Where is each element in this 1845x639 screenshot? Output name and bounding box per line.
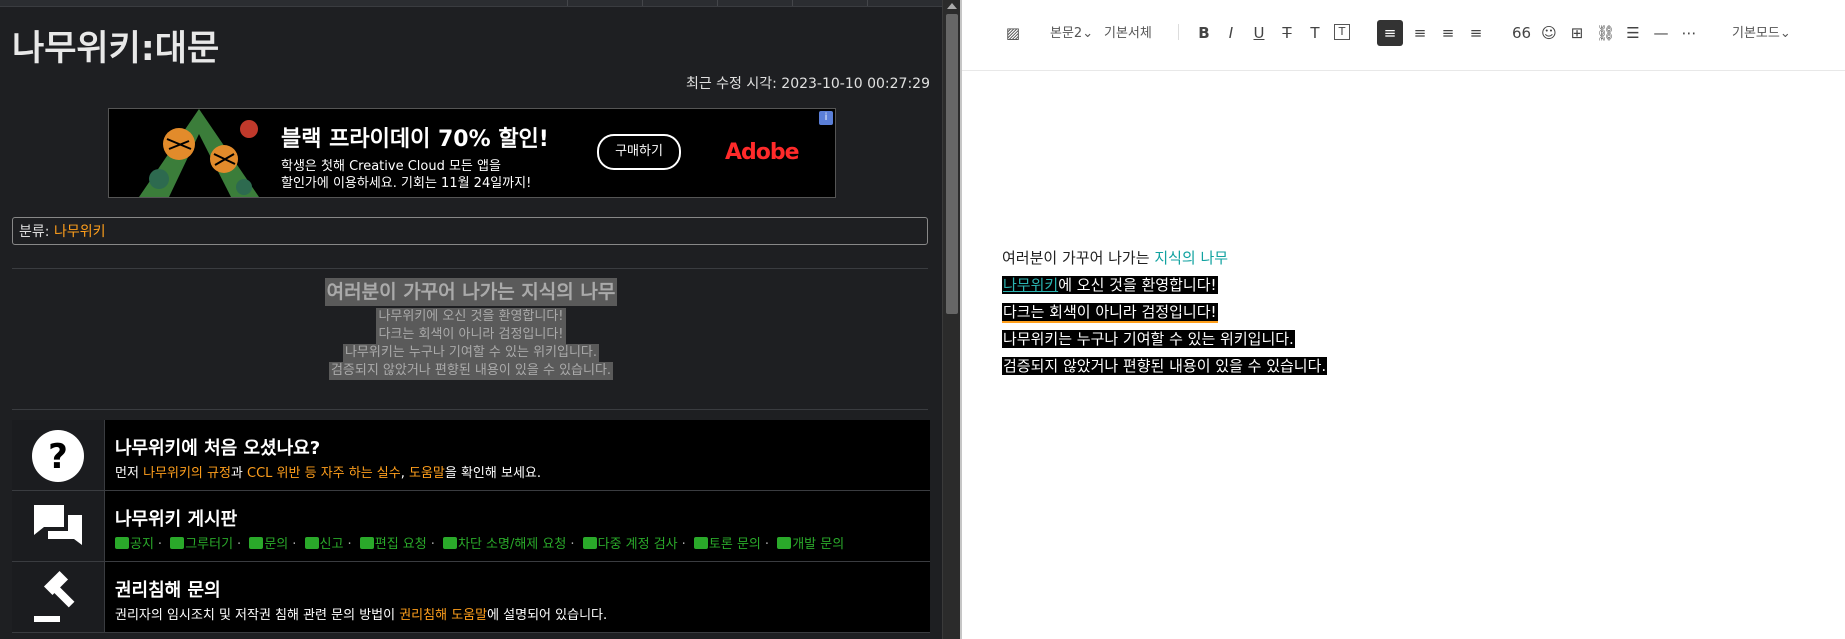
help-link[interactable]: 도움말 [409, 466, 445, 481]
text-background-icon[interactable]: T [1334, 24, 1350, 40]
vertical-scrollbar[interactable] [942, 0, 961, 639]
font-select[interactable]: 기본서체 [1104, 22, 1152, 41]
rights-help-link[interactable]: 권리침해 도움말 [399, 608, 487, 623]
ccl-mistakes-link[interactable]: CCL 위반 등 자주 하는 실수 [247, 466, 401, 481]
link-icon [777, 537, 792, 549]
welcome-line: 다크는 회색이 아니라 검정입니다! [376, 326, 566, 344]
link-icon[interactable]: ⛓ [1596, 24, 1615, 42]
row-description: 권리자의 임시조치 및 저작권 침해 관련 문의 방법이 권리침해 도움말에 설… [115, 608, 608, 623]
editor-line-3: 다크는 회색이 아니라 검정입니다! [1002, 303, 1218, 323]
board-link-block-appeal[interactable]: 차단 소명/해제 요청 [458, 537, 566, 552]
editor-namuwiki-link[interactable]: 나무위키 [1003, 276, 1058, 294]
welcome-block: 여러분이 가꾸어 나가는 지식의 나무 나무위키에 오신 것을 환영합니다! 다… [0, 278, 942, 380]
first-visit-row: ? 나무위키에 처음 오셨나요? 먼저 나무위키의 규정과 CCL 위반 등 자… [12, 420, 930, 491]
rules-link[interactable]: 나무위키의 규정 [143, 466, 231, 481]
welcome-heading: 여러분이 가꾸어 나가는 지식의 나무 [324, 278, 618, 306]
ad-choices-icon[interactable]: i [819, 111, 833, 125]
board-link-edit-request[interactable]: 편집 요청 [375, 537, 427, 552]
welcome-line: 검증되지 않았거나 편향된 내용이 있을 수 있습니다. [328, 362, 614, 380]
link-icon [170, 537, 185, 549]
strikethrough-icon[interactable]: T [1278, 24, 1296, 42]
link-icon [115, 537, 129, 549]
scroll-up-icon[interactable] [947, 3, 957, 9]
editor-line-2: 나무위키에 오신 것을 환영합니다! [1002, 276, 1218, 294]
justify-icon[interactable]: ≡ [1467, 24, 1485, 42]
toolbar-separator [1178, 24, 1179, 40]
welcome-line: 나무위키는 누구나 기여할 수 있는 위키입니다. [342, 344, 600, 362]
underline-icon[interactable]: U [1250, 24, 1268, 42]
tiger-artwork [139, 109, 259, 197]
italic-icon[interactable]: I [1222, 24, 1240, 42]
mode-select[interactable]: 기본모드⌄ [1732, 22, 1791, 41]
ad-banner[interactable]: 블랙 프라이데이 70% 할인! 학생은 첫해 Creative Cloud 모… [108, 108, 836, 198]
top-tab-strip [0, 0, 942, 7]
welcome-line: 나무위키에 오신 것을 환영합니다! [376, 308, 566, 326]
bold-icon[interactable]: B [1195, 24, 1213, 42]
link-icon [249, 537, 264, 549]
ad-subtext-2: 할인가에 이용하세요. 기회는 11월 24일까지! [281, 176, 532, 191]
emoji-icon[interactable]: ☺ [1540, 24, 1558, 42]
board-link-stump[interactable]: 그루터기 [185, 537, 233, 552]
more-icon[interactable]: ⋯ [1680, 24, 1698, 42]
editor-line-1: 여러분이 가꾸어 나가는 지식의 나무 [1002, 249, 1229, 267]
link-icon [359, 537, 374, 549]
svg-text:?: ? [48, 437, 68, 477]
link-icon [443, 537, 457, 549]
help-icon: ? [12, 420, 105, 490]
info-boxes: ? 나무위키에 처음 오셨나요? 먼저 나무위키의 규정과 CCL 위반 등 자… [12, 420, 930, 633]
board-links: 공지 · 그루터기 · 문의 · 신고 · 편집 요청 · 차단 소명/해제 요청 · 다중… [115, 533, 844, 552]
text-color-icon[interactable]: T [1306, 24, 1324, 42]
wiki-pane: 나무위키:대문 최근 수정 시각: 2023-10-10 00:27:29 블랙… [0, 0, 942, 639]
board-link-dev[interactable]: 개발 문의 [792, 537, 844, 552]
board-link-multi-account[interactable]: 다중 계정 검사 [598, 537, 678, 552]
gavel-icon [12, 562, 105, 632]
link-icon [582, 537, 597, 549]
rights-row: 권리침해 문의 권리자의 임시조치 및 저작권 침해 관련 문의 방법이 권리침… [12, 562, 930, 633]
editor-line-5: 검증되지 않았거나 편향된 내용이 있을 수 있습니다. [1002, 357, 1328, 375]
link-icon [304, 537, 319, 549]
page-title: 나무위키:대문 [12, 29, 220, 69]
editor-toolbar: ▨ 본문2⌄ 기본서체 B I U T T T ≡ ≡ ≡ ≡ 66 ☺ ⊞ ⛓… [962, 0, 1845, 71]
row-title: 권리침해 문의 [115, 580, 221, 601]
link-icon [693, 537, 708, 549]
category-link[interactable]: 나무위키 [54, 224, 106, 240]
board-row: 나무위키 게시판 공지 · 그루터기 · 문의 · 신고 · 편집 요청 · 차단 소명/… [12, 491, 930, 562]
board-link-notice[interactable]: 공지 [130, 537, 154, 552]
category-label: 분류: [19, 224, 54, 240]
board-link-report[interactable]: 신고 [320, 537, 344, 552]
row-description: 먼저 나무위키의 규정과 CCL 위반 등 자주 하는 실수, 도움말을 확인해… [115, 466, 541, 481]
list-icon[interactable]: ☰ [1624, 24, 1642, 42]
board-link-discussion[interactable]: 토론 문의 [709, 537, 761, 552]
forum-icon [12, 491, 105, 561]
divider [12, 409, 928, 410]
editor-content[interactable]: 여러분이 가꾸어 나가는 지식의 나무 나무위키에 오신 것을 환영합니다! 다… [1002, 245, 1328, 380]
category-box: 분류: 나무위키 [12, 217, 928, 245]
paragraph-style-select[interactable]: 본문2⌄ [1050, 22, 1093, 41]
table-icon[interactable]: ⊞ [1568, 24, 1586, 42]
adobe-logo: Adobe [725, 140, 800, 165]
scroll-thumb[interactable] [946, 14, 958, 314]
align-right-icon[interactable]: ≡ [1439, 24, 1457, 42]
ad-buy-button[interactable]: 구매하기 [597, 134, 681, 170]
divider [12, 268, 928, 269]
align-left-icon[interactable]: ≡ [1377, 20, 1403, 46]
last-modified: 최근 수정 시각: 2023-10-10 00:27:29 [685, 76, 930, 92]
editor-line-4: 나무위키는 누구나 기여할 수 있는 위키입니다. [1002, 330, 1295, 348]
align-center-icon[interactable]: ≡ [1411, 24, 1429, 42]
image-icon[interactable]: ▨ [1004, 24, 1022, 42]
row-title: 나무위키에 처음 오셨나요? [115, 438, 321, 459]
ad-headline: 블랙 프라이데이 70% 할인! [281, 127, 549, 152]
board-link-inquiry[interactable]: 문의 [264, 537, 288, 552]
editor-pane: ▨ 본문2⌄ 기본서체 B I U T T T ≡ ≡ ≡ ≡ 66 ☺ ⊞ ⛓… [962, 0, 1845, 639]
row-title: 나무위키 게시판 [115, 509, 238, 530]
horizontal-line-icon[interactable]: — [1652, 24, 1670, 42]
quote-icon[interactable]: 66 [1512, 24, 1531, 42]
